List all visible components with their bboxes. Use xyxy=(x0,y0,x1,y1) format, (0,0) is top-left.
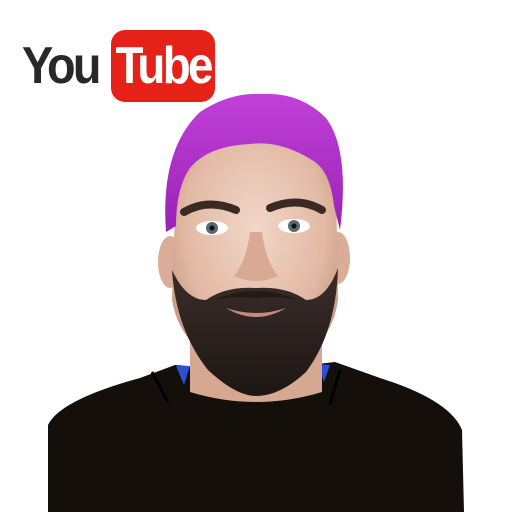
logo-you-text: You xyxy=(22,37,102,95)
logo-tube-text: Tube xyxy=(115,37,214,95)
canvas: You Tube xyxy=(0,0,512,512)
youtube-logo: You Tube xyxy=(22,30,216,102)
logo-tube-box: Tube xyxy=(111,30,216,102)
